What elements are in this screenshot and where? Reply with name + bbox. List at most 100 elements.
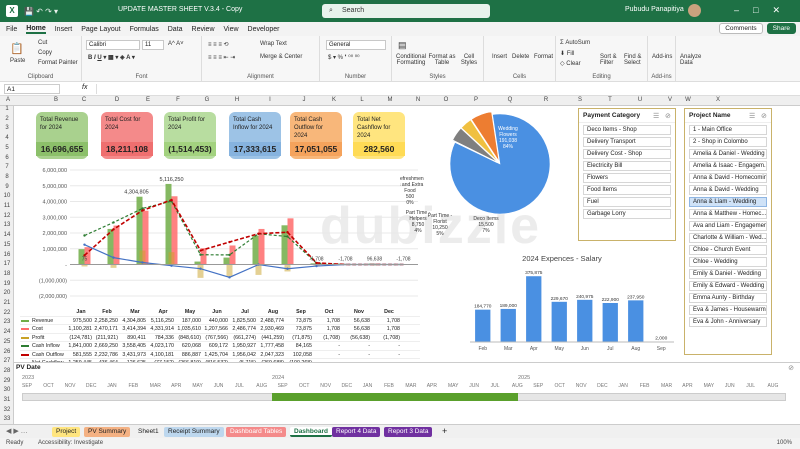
column-header[interactable]: B <box>54 97 58 103</box>
column-header[interactable]: G <box>205 97 210 103</box>
column-header[interactable]: U <box>638 97 642 103</box>
timeline-month[interactable]: FEB <box>640 383 650 389</box>
column-header[interactable]: K <box>332 97 336 103</box>
slicer-item[interactable]: Emily & Daniel - Wedding <box>689 269 767 279</box>
timeline-month[interactable]: JUN <box>214 383 224 389</box>
font-name-select[interactable]: Calibri <box>86 40 140 50</box>
column-header[interactable]: M <box>388 97 393 103</box>
row-header[interactable]: 1 <box>0 106 14 112</box>
timeline-month[interactable]: MAR <box>661 383 672 389</box>
row-header[interactable]: 24 <box>0 329 14 335</box>
slicer-item[interactable]: Electricity Bill <box>583 161 671 171</box>
row-header[interactable]: 5 <box>0 145 14 151</box>
cut-button[interactable]: Cut <box>38 40 47 46</box>
sheet-tab[interactable]: Sheet1 <box>134 427 163 437</box>
name-box[interactable]: A1 <box>4 84 60 94</box>
timeline-month[interactable]: JAN <box>363 383 372 389</box>
slicer-item[interactable]: Emma Aunty - Birthday <box>689 293 767 303</box>
menu-item-data[interactable]: Data <box>168 26 183 33</box>
timeline-month[interactable]: JUN <box>469 383 479 389</box>
slicer-item[interactable]: Amelia & Daniel - Wedding <box>689 149 767 159</box>
row-header[interactable]: 30 <box>0 387 14 393</box>
row-header[interactable]: 9 <box>0 184 14 190</box>
row-header[interactable]: 17 <box>0 261 14 267</box>
menu-item-developer[interactable]: Developer <box>248 26 280 33</box>
timeline-month[interactable]: SEP <box>533 383 543 389</box>
autosum-button[interactable]: Σ AutoSum <box>560 40 590 46</box>
slicer-item[interactable]: Eva & John - Anniversary <box>689 317 767 327</box>
timeline-month[interactable]: MAR <box>150 383 161 389</box>
row-header[interactable]: 20 <box>0 290 14 296</box>
row-header[interactable]: 18 <box>0 271 14 277</box>
timeline-month[interactable]: NOV <box>320 383 331 389</box>
row-header[interactable]: 27 <box>0 358 14 364</box>
slicer-item[interactable]: Anna & David - Wedding <box>689 185 767 195</box>
row-header[interactable]: 3 <box>0 125 14 131</box>
sheet-tab[interactable]: Report 4 Data <box>332 427 381 437</box>
timeline-month[interactable]: AUG <box>512 383 523 389</box>
sheet-tab[interactable]: Report 3 Data <box>384 427 433 437</box>
timeline-month[interactable]: MAY <box>192 383 202 389</box>
slicer-item[interactable]: Delivery Cost - Shop <box>583 149 671 159</box>
column-header[interactable]: P <box>474 97 478 103</box>
delete-button[interactable]: Delete <box>512 54 529 60</box>
column-header[interactable]: R <box>544 97 548 103</box>
comments-button[interactable]: Comments <box>719 23 763 34</box>
clear-button[interactable]: ◇ Clear <box>560 60 581 67</box>
window-controls[interactable]: –□✕ <box>734 5 794 16</box>
sheet-tab[interactable]: Receipt Summary <box>164 427 224 437</box>
row-header[interactable]: 7 <box>0 164 14 170</box>
row-header[interactable]: 25 <box>0 339 14 345</box>
timeline-month[interactable]: JUL <box>235 383 244 389</box>
slicer-item[interactable]: Deco Items - Shop <box>583 125 671 135</box>
timeline-month[interactable]: DEC <box>597 383 608 389</box>
project-name-slicer[interactable]: Project Name ☰ ⊘ 1 - Main Office 2 - Shop… <box>684 108 772 355</box>
sheet-tab[interactable]: Dashboard Tables <box>226 427 287 437</box>
timeline-month[interactable]: OCT <box>43 383 54 389</box>
menu-item-formulas[interactable]: Formulas <box>130 26 159 33</box>
slicer-item[interactable]: Fuel <box>583 197 671 207</box>
timeline-month[interactable]: JAN <box>107 383 116 389</box>
column-header[interactable]: X <box>716 97 720 103</box>
row-header[interactable]: 4 <box>0 135 14 141</box>
slicer-item[interactable]: Flowers <box>583 173 671 183</box>
timeline-month[interactable]: SEP <box>278 383 288 389</box>
sheet-tab[interactable]: Dashboard <box>290 427 332 437</box>
timeline-month[interactable]: MAY <box>704 383 714 389</box>
add-sheet-icon[interactable]: + <box>442 426 447 436</box>
column-header[interactable]: V <box>668 97 672 103</box>
timeline-month[interactable]: JUL <box>746 383 755 389</box>
quick-access-icons[interactable]: 💾 ↶ ↷ ▾ <box>24 7 58 16</box>
merge-center-button[interactable]: Merge & Center <box>260 54 302 60</box>
sheet-tab[interactable]: Project <box>52 427 81 437</box>
timeline-month[interactable]: JUL <box>491 383 500 389</box>
slicer-item[interactable]: Delivery Transport <box>583 137 671 147</box>
row-header[interactable]: 16 <box>0 252 14 258</box>
timeline-month[interactable]: JAN <box>618 383 627 389</box>
timeline-month[interactable]: FEB <box>384 383 394 389</box>
timeline-month[interactable]: APR <box>682 383 692 389</box>
slicer-item[interactable]: 2 - Shop in Colombo <box>689 137 767 147</box>
sort-filter-button[interactable]: Sort & Filter <box>600 54 622 66</box>
paste-button[interactable]: Paste <box>10 58 25 64</box>
formula-input[interactable] <box>96 84 796 94</box>
column-header[interactable]: N <box>416 97 420 103</box>
column-header[interactable]: C <box>82 97 86 103</box>
clear-filter-icon[interactable]: ⊘ <box>665 112 671 120</box>
row-header[interactable]: 26 <box>0 349 14 355</box>
timeline-month[interactable]: OCT <box>299 383 310 389</box>
timeline-month[interactable]: MAY <box>448 383 458 389</box>
column-header[interactable]: E <box>146 97 150 103</box>
font-size-select[interactable]: 11 <box>142 40 164 50</box>
column-header[interactable]: D <box>115 97 119 103</box>
column-header[interactable]: O <box>444 97 449 103</box>
sheet-tab[interactable]: PV Summary <box>84 427 131 437</box>
multi-select-icon[interactable]: ☰ <box>749 112 755 120</box>
row-header[interactable]: 12 <box>0 213 14 219</box>
timeline-month[interactable]: SEP <box>22 383 32 389</box>
row-header[interactable]: 8 <box>0 174 14 180</box>
avatar[interactable] <box>688 4 701 17</box>
tab-nav-arrows[interactable]: ◀ ▶ … <box>6 427 28 435</box>
accessibility-status[interactable]: Accessibility: Investigate <box>38 438 103 449</box>
user-name[interactable]: Pubudu Panapitiya <box>625 6 684 13</box>
